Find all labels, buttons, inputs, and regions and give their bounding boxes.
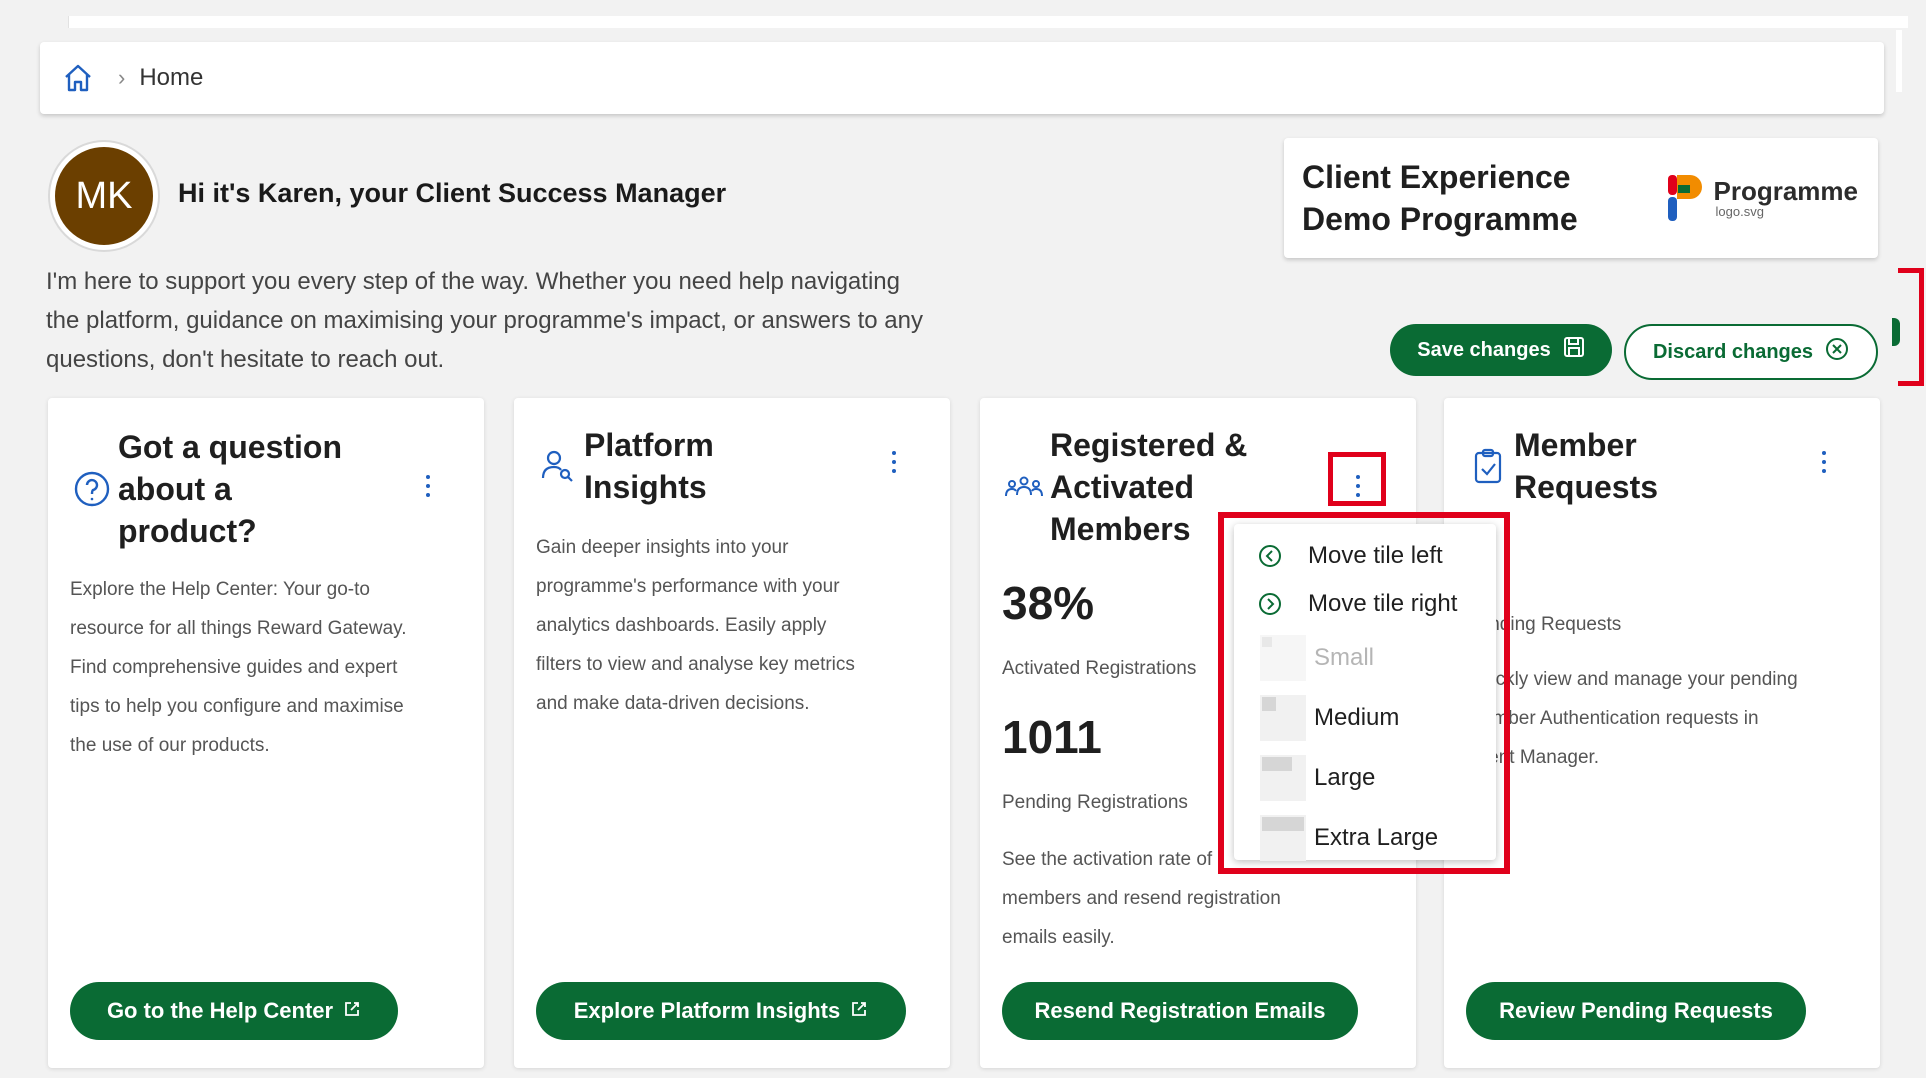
desc-line: emails easily. — [1002, 927, 1115, 948]
highlight-bracket — [1898, 268, 1924, 386]
desc-line: resource for all things Reward Gateway. — [70, 618, 407, 639]
desc-line: Client Manager. — [1466, 747, 1600, 768]
tile-help-center: Got a question about a product? Explore … — [48, 398, 484, 1068]
desc-line: tips to help you configure and maximise — [70, 696, 404, 717]
desc-line: and make data-driven decisions. — [536, 693, 810, 714]
clipboard-check-icon — [1466, 444, 1510, 488]
menu-highlight-box — [1218, 512, 1510, 874]
tile-header: Member Requests — [1466, 424, 1858, 508]
tile-title-line: Member — [1514, 427, 1637, 463]
discard-changes-button[interactable]: Discard changes — [1624, 324, 1878, 380]
save-changes-button[interactable]: Save changes — [1390, 324, 1612, 376]
client-name-line: Client Experience — [1302, 159, 1571, 195]
tile-title: Got a question about a product? — [118, 426, 342, 552]
right-strip — [1896, 30, 1902, 92]
client-name-line: Demo Programme — [1302, 201, 1578, 237]
tile-description: Quickly view and manage your pending Mem… — [1466, 660, 1798, 777]
activated-percentage: 38% — [1002, 577, 1095, 629]
avatar: MK — [50, 142, 158, 250]
close-circle-icon — [1825, 337, 1849, 367]
tile-title-line: about a — [118, 471, 232, 507]
external-link-icon — [343, 998, 361, 1024]
intro-line: the platform, guidance on maximising you… — [46, 307, 923, 334]
resend-registration-emails-button[interactable]: Resend Registration Emails — [1002, 982, 1358, 1040]
tile-options-kebab-icon[interactable] — [1812, 442, 1836, 482]
tile-options-kebab-icon[interactable] — [882, 442, 906, 482]
tile-description: Gain deeper insights into your programme… — [536, 528, 855, 723]
button-label: Resend Registration Emails — [1034, 998, 1326, 1023]
breadcrumb-home[interactable]: Home — [139, 64, 203, 92]
intro-line: I'm here to support you every step of th… — [46, 268, 900, 295]
programme-logo-text: Programme logo.svg — [1714, 178, 1859, 219]
logo-filename: logo.svg — [1715, 203, 1764, 219]
programme-logo-mark-icon — [1664, 173, 1706, 223]
home-icon[interactable] — [60, 60, 96, 96]
intro-line: questions, don't hesitate to reach out. — [46, 346, 445, 373]
button-label: Go to the Help Center — [106, 998, 334, 1023]
save-changes-label: Save changes — [1417, 338, 1551, 361]
greeting-text: Hi it's Karen, your Client Success Manag… — [178, 178, 727, 208]
intro-text: I'm here to support you every step of th… — [46, 262, 966, 379]
explore-platform-insights-button[interactable]: Explore Platform Insights — [536, 982, 906, 1040]
client-programme-box: Client Experience Demo Programme Program… — [1284, 138, 1878, 258]
desc-line: programme's performance with your — [536, 576, 840, 597]
tile-title-line: Got a question — [118, 429, 342, 465]
desc-line: filters to view and analyse key metrics — [536, 654, 855, 675]
desc-line: analytics dashboards. Easily apply — [536, 615, 827, 636]
tile-title-line: Activated — [1050, 469, 1195, 505]
tile-header: Platform Insights — [536, 424, 928, 508]
desc-line: Member Authentication requests in — [1466, 708, 1759, 729]
desc-line: the use of our products. — [70, 735, 270, 756]
tile-header: Got a question about a product? — [70, 426, 462, 552]
group-icon — [1002, 465, 1046, 509]
desc-line: Find comprehensive guides and expert — [70, 657, 398, 678]
desc-line: Gain deeper insights into your — [536, 537, 789, 558]
help-circle-icon — [70, 467, 114, 511]
tile-title: Platform Insights — [584, 424, 714, 508]
breadcrumb-separator-icon: › — [118, 65, 126, 90]
user-insights-icon — [536, 444, 580, 488]
tile-title-line: product? — [118, 513, 257, 549]
desc-line: Quickly view and manage your pending — [1466, 669, 1798, 690]
go-to-help-center-button[interactable]: Go to the Help Center — [70, 982, 398, 1040]
pending-count: 1011 — [1002, 711, 1102, 763]
button-label: Review Pending Requests — [1499, 998, 1773, 1023]
client-name: Client Experience Demo Programme — [1302, 156, 1578, 240]
desc-line: Explore the Help Center: Your go-to — [70, 579, 370, 600]
tile-title-line: Platform — [584, 427, 714, 463]
save-icon — [1563, 336, 1585, 364]
tile-options-kebab-icon[interactable] — [416, 466, 440, 506]
external-link-icon — [850, 998, 868, 1024]
button-label: Explore Platform Insights — [573, 998, 841, 1023]
tile-title-line: Registered & — [1050, 427, 1248, 463]
tile-platform-insights: Platform Insights Gain deeper insights i… — [514, 398, 950, 1068]
tile-title-line: Insights — [584, 469, 707, 505]
tile-title: Member Requests — [1514, 424, 1658, 508]
logo-name: Programme — [1713, 175, 1859, 206]
desc-line: members and resend registration — [1002, 888, 1281, 909]
activated-label: Activated Registrations — [1002, 658, 1197, 679]
programme-logo: Programme logo.svg — [1664, 173, 1859, 223]
breadcrumb: › Home — [40, 42, 1884, 114]
tile-title-line: Requests — [1514, 469, 1659, 505]
discard-changes-label: Discard changes — [1652, 340, 1814, 363]
review-pending-requests-button[interactable]: Review Pending Requests — [1466, 982, 1806, 1040]
page: › Home MK Hi it's Karen, your Client Suc… — [0, 0, 1926, 1078]
kebab-highlight-box — [1328, 452, 1386, 506]
pending-label: Pending Registrations — [1002, 792, 1188, 813]
top-strip — [68, 16, 1908, 28]
tile-description: Explore the Help Center: Your go-to reso… — [70, 570, 407, 765]
